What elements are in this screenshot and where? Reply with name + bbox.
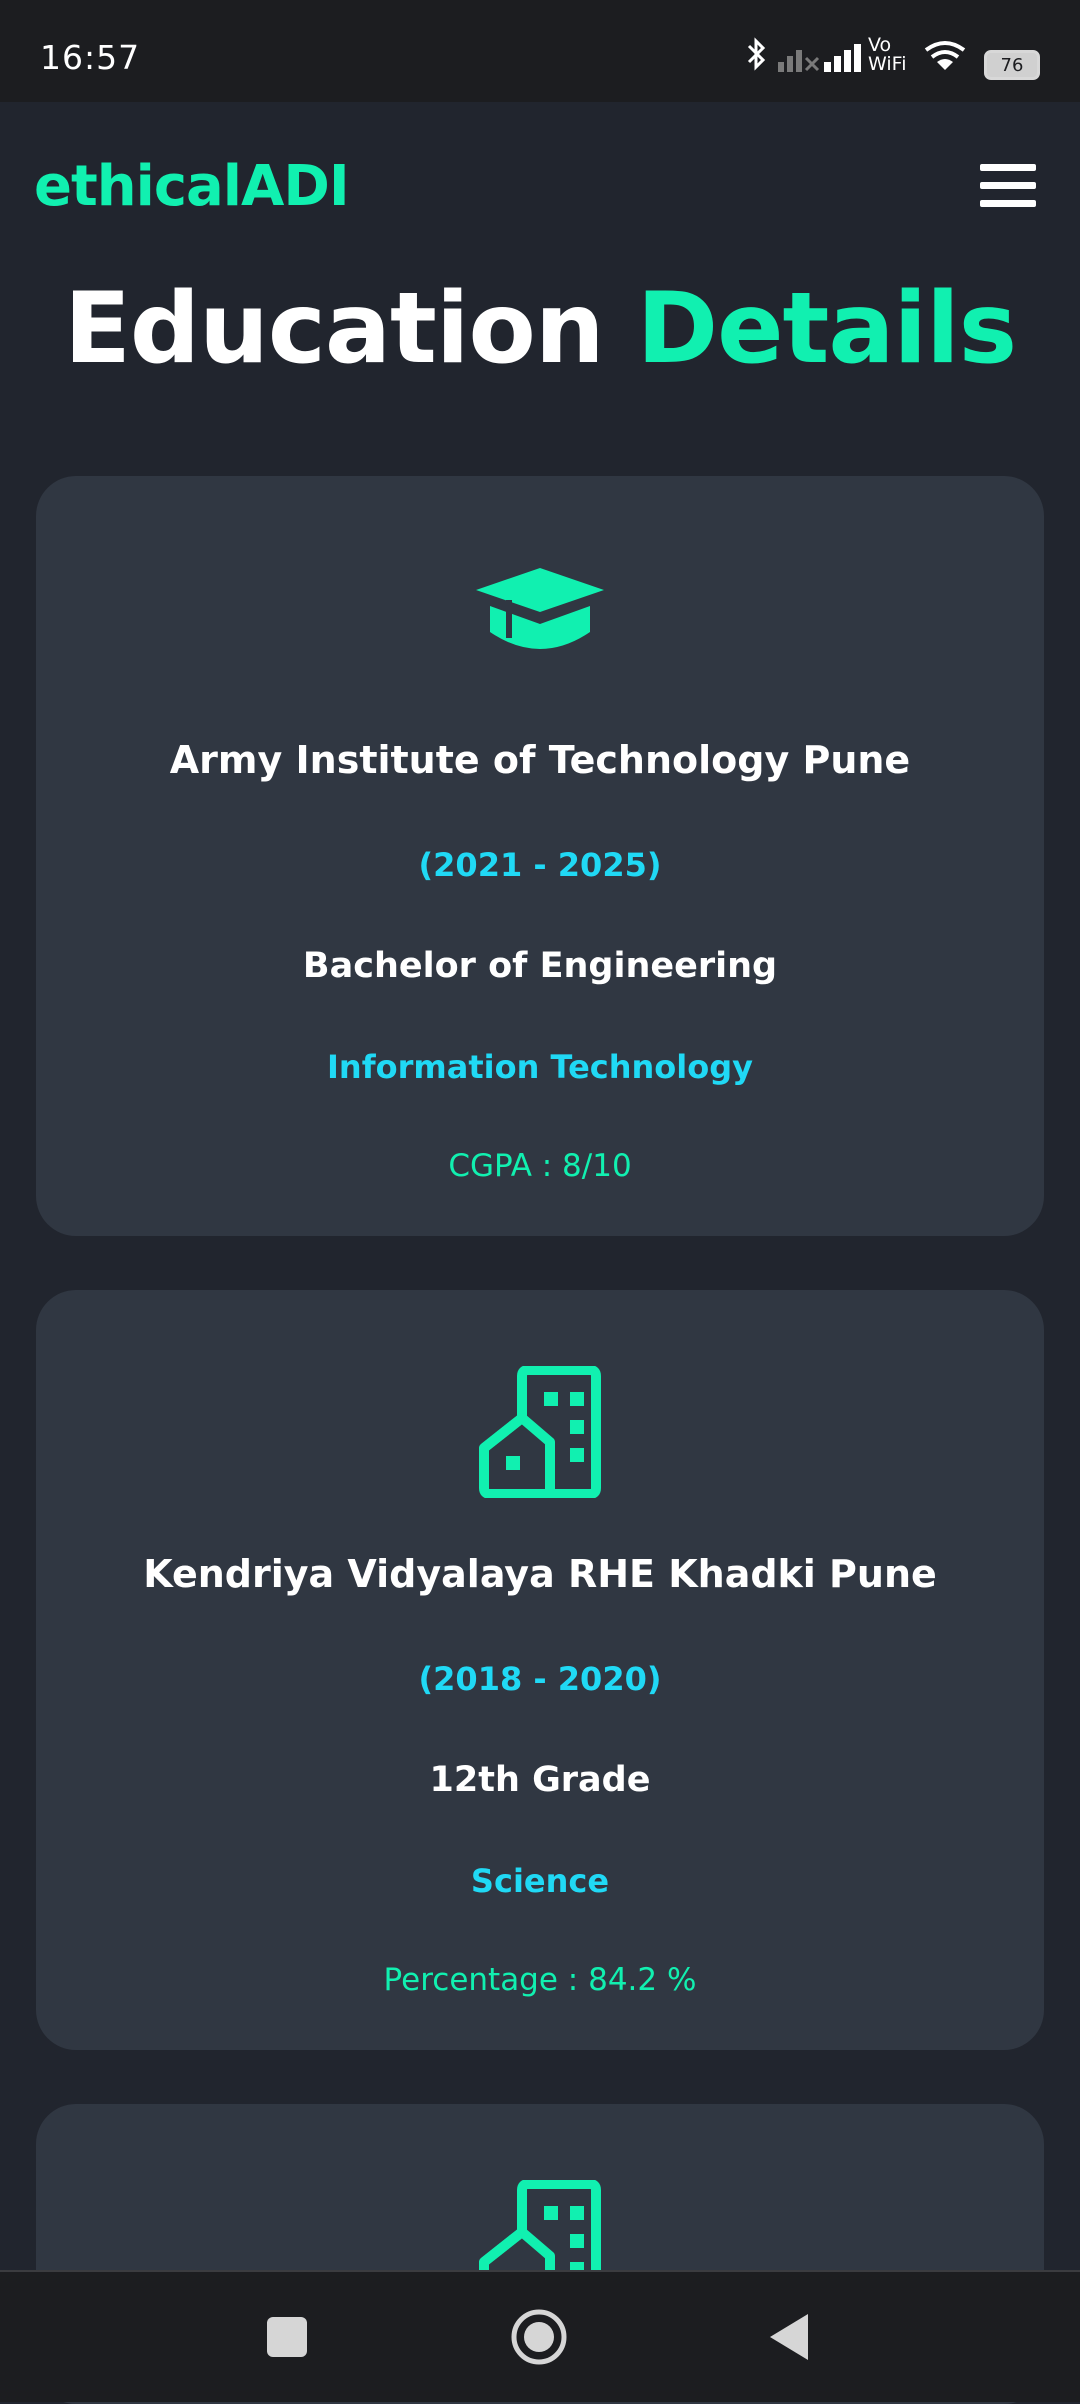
vowifi-bottom-text: WiFi [868,53,907,75]
degree-name: Bachelor of Engineering [302,946,778,986]
battery-icon: 76 [984,50,1040,80]
field-of-study: Science [470,1862,610,1900]
institution-name: Army Institute of Technology Pune [169,738,911,782]
menu-line [980,164,1036,171]
app-header: ethicalADI [0,102,1080,272]
battery-level: 76 [1000,54,1024,76]
education-card: Army Institute of Technology Pune (2021 … [36,476,1044,1236]
education-years: (2021 - 2025) [418,846,662,884]
wifi-icon [924,41,966,70]
menu-line [980,182,1036,189]
institution-name: Kendriya Vidyalaya RHE Khadki Pune [143,1552,937,1596]
signal-weak-icon [778,50,820,72]
status-bar: 16:57 Vo WiFi 76 [0,0,1080,102]
system-navigation-bar [0,2270,1080,2402]
back-triangle-icon[interactable] [768,2312,810,2362]
education-years: (2018 - 2020) [418,1660,662,1698]
status-time: 16:57 [40,38,141,77]
field-of-study: Information Technology [327,1048,753,1086]
school-building-icon [479,1366,601,1498]
icon-container [36,1366,1044,1498]
signal-icon [824,44,861,72]
education-score: CGPA : 8/10 [448,1148,632,1184]
graduation-cap-icon [476,568,604,649]
vowifi-icon: Vo WiFi [868,36,912,74]
recents-square-icon[interactable] [266,2316,308,2358]
page-title-main: Education [63,272,605,386]
page-title: Education Details [0,272,1080,386]
icon-container [36,566,1044,666]
hamburger-menu-icon[interactable] [980,164,1036,208]
menu-line [980,200,1036,207]
education-card: Kendriya Vidyalaya RHE Khadki Pune (2018… [36,1290,1044,2050]
page-title-accent: Details [636,272,1017,386]
home-circle-icon[interactable] [510,2308,568,2366]
bluetooth-icon [747,37,766,71]
education-score: Percentage : 84.2 % [383,1962,697,1998]
brand-logo-text[interactable]: ethicalADI [34,154,350,219]
degree-name: 12th Grade [429,1760,651,1800]
